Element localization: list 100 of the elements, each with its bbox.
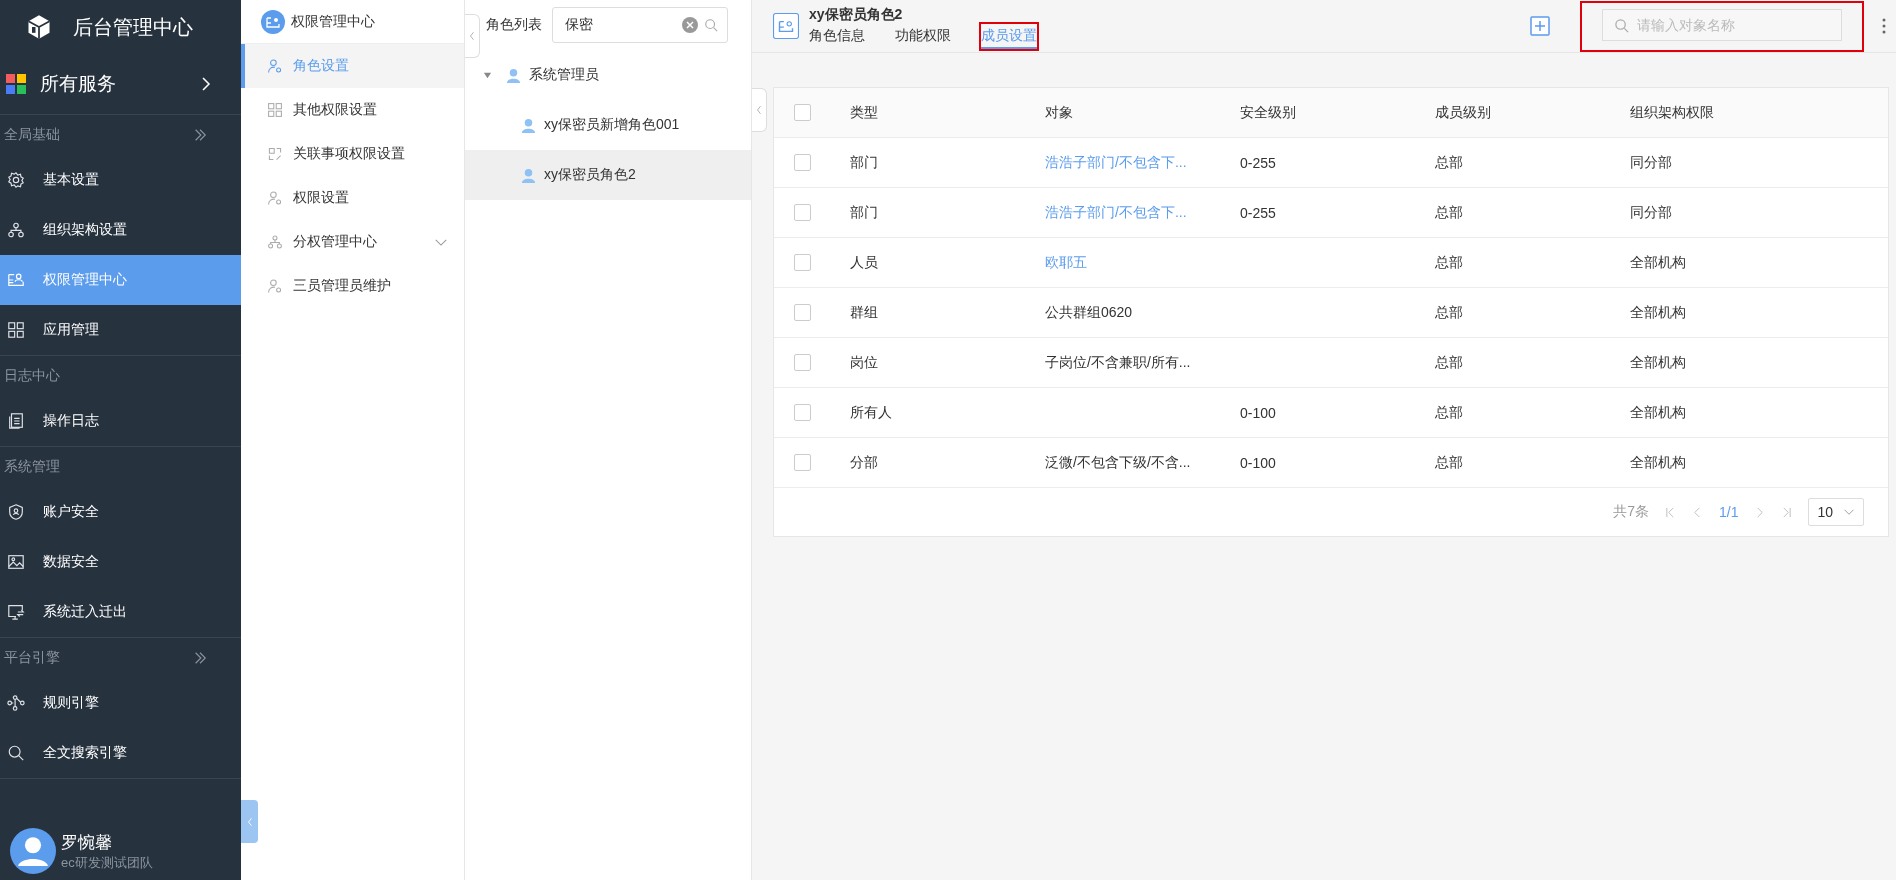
column-header: 类型 [850,103,878,122]
search-icon[interactable] [704,18,718,32]
menu-item[interactable]: 三员管理员维护 [241,264,464,308]
tree-item[interactable]: xy保密员角色2 [465,150,751,200]
row-checkbox[interactable] [794,204,811,221]
nav-item[interactable]: 组织架构设置 [0,205,241,255]
section-heading[interactable]: 系统管理 [0,447,241,487]
table-cell: 同分部 [1630,153,1672,172]
nav-item[interactable]: 数据安全 [0,537,241,587]
panel-label: 角色列表 [486,16,542,34]
tab[interactable]: 功能权限 [895,23,951,49]
previous-page-icon[interactable] [1691,506,1703,518]
id-card-icon [261,9,285,34]
collapse-handle[interactable] [241,800,258,843]
person-icon [521,167,536,183]
clear-icon[interactable] [682,17,698,33]
all-services-item[interactable]: 所有服务 [0,54,241,115]
menu-item[interactable]: 关联事项权限设置 [241,132,464,176]
app-title: 后台管理中心 [73,14,193,40]
table-cell: 0-255 [1240,204,1276,221]
row-checkbox[interactable] [794,154,811,171]
document-icon [7,412,25,430]
section-heading[interactable]: 平台引擎 [0,638,241,678]
collapse-handle[interactable] [465,14,480,58]
nav-item[interactable]: 应用管理 [0,305,241,355]
table-cell: 总部 [1435,353,1463,372]
collapse-handle[interactable] [752,88,767,132]
nav-item[interactable]: 规则引擎 [0,678,241,728]
nav-item[interactable]: 全文搜索引擎 [0,728,241,778]
table-cell: 子岗位/不含兼职/所有... [1045,353,1191,372]
row-checkbox[interactable] [794,354,811,371]
column-header: 安全级别 [1240,103,1296,122]
table-cell: 分部 [850,453,878,472]
search-field[interactable]: 保密 [552,7,728,43]
tiles-icon [6,74,26,94]
chevron-down-icon [1843,508,1855,516]
last-page-icon[interactable] [1781,506,1793,518]
column-header: 对象 [1045,103,1073,122]
table-cell: 总部 [1435,253,1463,272]
table-cell: 人员 [850,253,878,272]
table-cell: 全部机构 [1630,403,1686,422]
table-cell: 部门 [850,203,878,222]
first-page-icon[interactable] [1664,506,1676,518]
image-icon [7,553,25,571]
chevron-right-icon [201,76,211,92]
chevron-down-icon[interactable] [434,237,448,247]
table-cell: 0-255 [1240,154,1276,171]
shield-icon [7,503,25,521]
table-cell: 所有人 [850,403,892,422]
menu-item[interactable]: 其他权限设置 [241,88,464,132]
row-checkbox[interactable] [794,304,811,321]
table-cell: 0-100 [1240,404,1276,421]
table-cell: 部门 [850,153,878,172]
next-page-icon[interactable] [1754,506,1766,518]
nav-item[interactable]: 系统迁入迁出 [0,587,241,637]
user-name: 罗惋馨 [61,831,113,854]
menu-item[interactable]: 分权管理中心 [241,220,464,264]
add-icon[interactable] [1530,16,1550,36]
gear-icon [7,171,25,189]
table-cell: 0-100 [1240,454,1276,471]
row-checkbox[interactable] [794,254,811,271]
search-icon [7,744,25,762]
more-icon[interactable] [1882,18,1886,34]
table-cell: 总部 [1435,453,1463,472]
table-cell: 岗位 [850,353,878,372]
chevron-left-icon [468,30,476,42]
grid-icon [7,321,25,339]
tree-item[interactable]: xy保密员新增角色001 [465,100,751,150]
tree-item[interactable]: 系统管理员 [465,50,751,100]
nodes-icon [7,694,25,712]
panel-title: 权限管理中心 [291,12,375,31]
caret-down-icon[interactable] [483,70,492,80]
tab[interactable]: 角色信息 [809,23,865,49]
menu-item[interactable]: 权限设置 [241,176,464,220]
table-cell: 总部 [1435,303,1463,322]
section-heading[interactable]: 日志中心 [0,356,241,396]
nav-item[interactable]: 账户安全 [0,487,241,537]
table-cell: 公共群组0620 [1045,303,1133,322]
person-icon [521,117,536,133]
column-header: 组织架构权限 [1630,103,1714,122]
double-chevron-icon[interactable] [193,128,207,142]
table-cell: 全部机构 [1630,303,1686,322]
column-header: 成员级别 [1435,103,1491,122]
select-all-checkbox[interactable] [794,104,811,121]
page-size-select[interactable]: 10 [1808,498,1864,526]
id-card-icon [7,271,25,289]
page-title: xy保密员角色2 [809,5,904,24]
double-chevron-icon[interactable] [193,651,207,665]
linked-items-icon [267,146,283,162]
id-card-icon [773,13,799,39]
search-field[interactable]: 请输入对象名称 [1602,8,1842,41]
nav-item[interactable]: 基本设置 [0,155,241,205]
avatar-icon [10,828,56,874]
section-heading[interactable]: 全局基础 [0,115,241,155]
person-icon [267,278,283,294]
row-checkbox[interactable] [794,454,811,471]
row-checkbox[interactable] [794,404,811,421]
table-cell: 同分部 [1630,203,1672,222]
nav-item[interactable]: 操作日志 [0,396,241,446]
table-cell: 总部 [1435,403,1463,422]
